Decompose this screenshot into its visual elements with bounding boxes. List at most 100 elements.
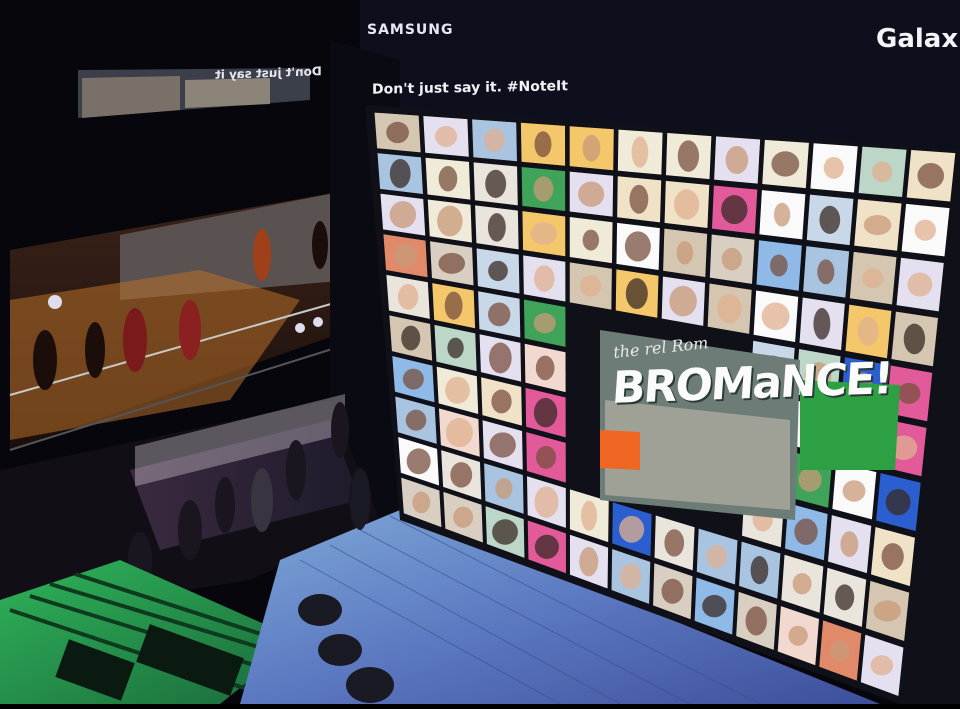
mosaic-photo-subject [389,159,411,189]
mosaic-photo-subject [445,418,473,448]
mosaic-photo-subject [406,448,431,475]
mosaic-photo-subject [862,268,884,289]
mosaic-photo-subject [674,189,700,220]
mosaic-photo-subject [488,260,508,282]
mosaic-photo-subject [389,201,417,229]
mosaic-photo-subject [533,397,558,428]
mosaic-photo-subject [677,140,700,172]
mosaic-photo-subject [405,409,427,431]
mosaic-photo-subject [534,131,552,158]
brand-logo-text: SAMSUNG [367,22,454,38]
mosaic-photo-subject [624,231,651,262]
mosaic-photo-subject [725,145,749,175]
mosaic-photo-subject [872,161,893,183]
mosaic-photo-subject [495,477,513,500]
photo-illustration [0,0,960,705]
mosaic-photo-subject [631,136,649,168]
mosaic-photo-subject [582,134,601,162]
mosaic-photo-subject [487,213,506,242]
mosaic-photo-subject [771,151,800,177]
mosaic-photo-subject [917,162,945,189]
mosaic-photo-subject [830,640,850,661]
mosaic-photo-subject [492,519,518,545]
mosaic-photo-subject [488,302,511,327]
mosaic-photo-subject [794,518,818,545]
mosaic-photo-subject [491,389,512,414]
mosaic-photo-subject [903,323,926,355]
mosaic-photo-subject [661,578,684,604]
mosaic-photo-subject [438,166,458,192]
mosaic-photo-subject [530,222,558,246]
mosaic-photo-subject [813,307,831,340]
mosaic-photo-subject [873,600,901,622]
mosaic-photo-subject [842,480,866,502]
mosaic-photo-subject [401,325,421,351]
mosaic-photo-subject [534,265,555,292]
mosaic-photo-subject [580,275,602,297]
mosaic-photo-subject [664,529,685,557]
mosaic-photo-subject [721,247,742,271]
mosaic-photo-subject [484,128,505,153]
mosaic-photo-subject [819,205,841,234]
mosaic-photo-subject [397,284,419,310]
mosaic-photo-subject [717,293,742,324]
mosaic-photo-subject [676,241,694,265]
mosaic-photo-subject [412,491,431,514]
mosaic-photo-subject [489,342,512,374]
photo-scene: SAMSUNG Galax Don't just say it. #NoteIt… [0,0,960,705]
mosaic-photo-subject [445,376,470,404]
mosaic-photo-subject [535,355,555,381]
mosaic-photo-subject [533,176,554,202]
mosaic-photo-subject [450,462,473,488]
mosaic-photo-subject [447,337,464,359]
mosaic-photo-subject [578,181,605,207]
mosaic-photo-subject [745,606,767,636]
mosaic-photo-subject [881,543,904,570]
mosaic-photo-subject [773,202,791,227]
mosaic-photo-subject [437,205,463,237]
mosaic-photo-subject [857,316,879,346]
mosaic-photo-subject [620,563,642,590]
mosaic-photo-subject [702,594,727,618]
mosaic-photo-subject [435,125,458,147]
mosaic-photo-subject [453,506,474,528]
mosaic-photo-subject [885,488,911,516]
mosaic-photo-subject [444,291,463,320]
mosaic-photo-subject [629,184,649,214]
mosaic-photo-subject [907,272,933,297]
mosaic-photo-subject [402,368,424,390]
product-logo-text: Galax [876,24,959,54]
mosaic-photo-subject [706,544,728,569]
mosaic-photo-subject [870,655,894,676]
mosaic-photo-subject [792,572,812,595]
mosaic-photo-subject [788,625,808,646]
mosaic-photo-subject [863,214,892,236]
mosaic-photo-subject [579,546,599,577]
mosaic-photo-subject [535,445,557,469]
mosaic-photo-subject [835,584,855,611]
mosaic-photo-subject [581,500,598,531]
mosaic-photo-subject [533,312,556,334]
mosaic-photo-subject [761,302,790,331]
mosaic-photo-subject [897,382,921,404]
mosaic-photo-subject [625,278,648,310]
mosaic-photo-subject [914,219,936,241]
mosaic-photo-subject [823,156,844,179]
mosaic-photo-subject [840,531,859,558]
mosaic-photo-subject [438,252,466,274]
mosaic-photo-subject [817,259,835,285]
mosaic-photo-subject [489,432,516,458]
mosaic-photo-subject [750,556,769,585]
mosaic-photo-subject [619,515,645,543]
mosaic-photo-subject [669,285,697,317]
mural-title: BROMaNCE! [610,353,894,414]
mosaic-photo-subject [798,467,822,492]
mosaic-photo-subject [770,254,788,277]
screen-tagline: Don't just say it. #NoteIt [372,78,568,98]
mosaic-photo-subject [485,169,507,198]
mosaic-photo-subject [534,486,559,518]
mosaic-photo-subject [721,195,748,225]
mosaic-photo-subject [534,534,559,559]
mosaic-photo-subject [393,244,418,268]
mosaic-photo-subject [582,229,600,251]
